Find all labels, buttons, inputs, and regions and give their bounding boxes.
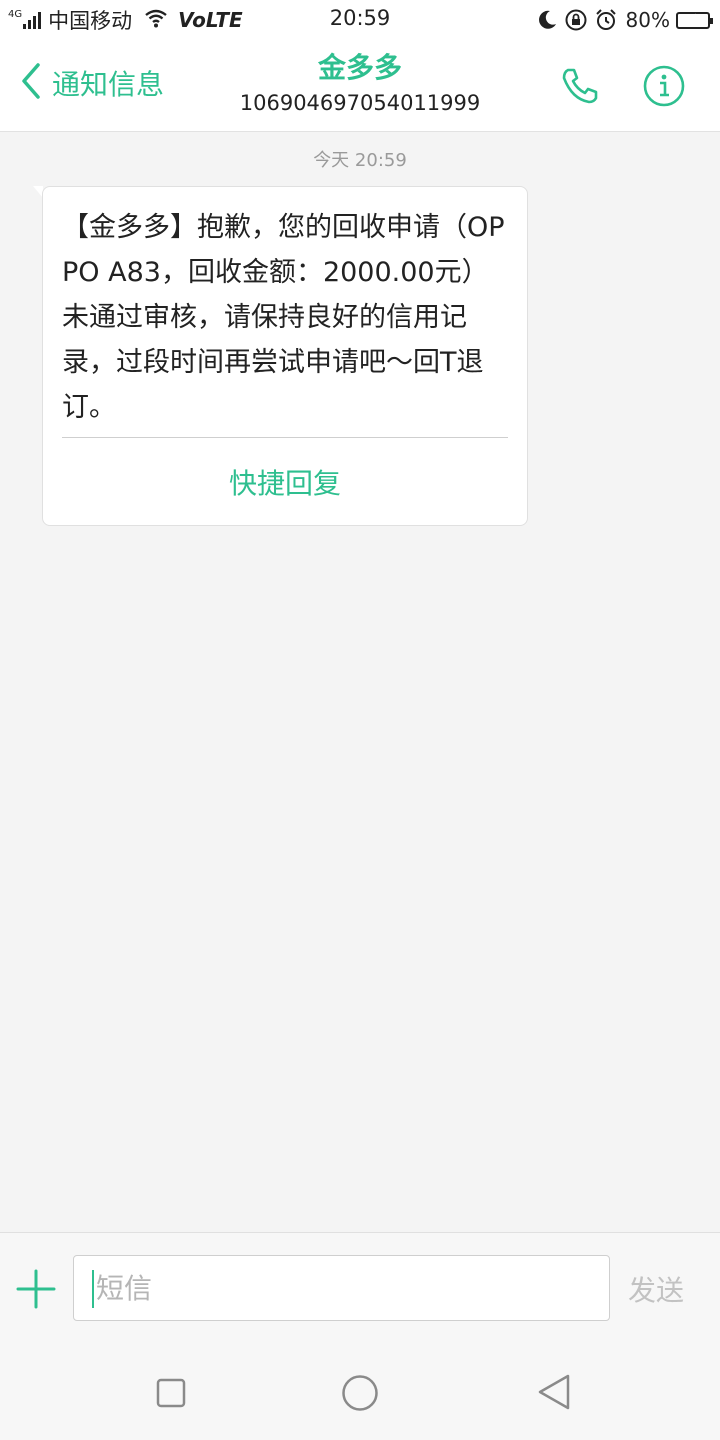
battery-icon: ⚡ [676, 11, 713, 29]
chevron-left-icon [20, 62, 42, 104]
recent-apps-button[interactable] [156, 1378, 186, 1412]
message-composer: 短信 发送 [0, 1232, 720, 1341]
status-right: 80% ⚡ [530, 6, 713, 34]
recent-apps-icon [156, 1378, 186, 1412]
message-input-placeholder: 短信 [96, 1272, 153, 1305]
rotation-lock-icon [564, 8, 588, 32]
info-icon [642, 65, 686, 112]
contact-number: 106904697054011999 [239, 91, 481, 115]
message-input[interactable]: 短信 [73, 1255, 610, 1321]
call-button[interactable] [558, 64, 602, 112]
quick-reply-button[interactable]: 快捷回复 [43, 462, 527, 502]
text-cursor [92, 1270, 94, 1308]
add-attachment-button[interactable] [14, 1267, 58, 1315]
message-text: 【金多多】抱歉，您的回收申请（OPPO A83，回收金额：2000.00元）未通… [62, 212, 505, 423]
details-button[interactable] [642, 64, 686, 112]
back-button[interactable]: 通知信息 [20, 62, 164, 104]
plus-icon [14, 1269, 58, 1315]
home-icon [341, 1375, 379, 1416]
contact-info: 金多多 106904697054011999 [160, 50, 560, 118]
moon-icon [536, 9, 558, 31]
battery-percent: 80% [625, 8, 670, 32]
system-nav-bar [0, 1340, 720, 1440]
send-button[interactable]: 发送 [628, 1269, 684, 1309]
back-icon [536, 1374, 572, 1415]
alarm-icon [594, 8, 618, 32]
contact-name: 金多多 [317, 51, 402, 84]
bubble-divider [62, 437, 508, 438]
nav-back-button[interactable] [536, 1373, 572, 1415]
status-bar: 4G 中国移动 VoLTE 20:59 80% ⚡ [0, 0, 720, 40]
message-timestamp: 今天 20:59 [313, 150, 407, 171]
charging-bolt-icon: ⚡ [687, 11, 697, 28]
phone-icon [558, 68, 602, 112]
conversation-header: 通知信息 金多多 106904697054011999 [0, 40, 720, 132]
home-button[interactable] [341, 1374, 379, 1416]
back-label: 通知信息 [52, 68, 165, 101]
message-bubble[interactable]: 【金多多】抱歉，您的回收申请（OPPO A83，回收金额：2000.00元）未通… [42, 186, 528, 526]
